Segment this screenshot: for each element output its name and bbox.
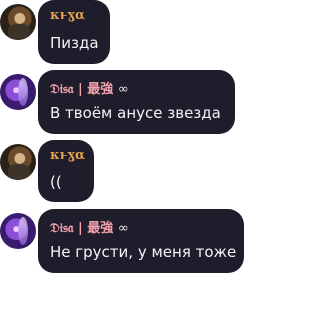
author-name[interactable]: 𝔇𝔦𝔰𝔞 | 最強 ∞ [50, 217, 129, 236]
message-text: Не грусти, у меня тоже [50, 243, 237, 261]
author-name-text: 𝔇𝔦𝔰𝔞 | 最強 [50, 82, 114, 97]
author-name[interactable]: κͱɣα [50, 8, 85, 23]
author-name[interactable]: κͱɣα [50, 148, 85, 163]
author-name[interactable]: 𝔇𝔦𝔰𝔞 | 最強 ∞ [50, 78, 129, 97]
message-bubble[interactable]: 𝔇𝔦𝔰𝔞 | 最強 ∞ В твоём анусе звезда [38, 70, 235, 134]
author-name-text: 𝔇𝔦𝔰𝔞 | 最強 [50, 221, 114, 236]
message-bubble[interactable]: κͱɣα (( [38, 140, 94, 202]
purple-anime-avatar-icon[interactable] [0, 213, 36, 249]
portrait-avatar-icon[interactable] [0, 4, 36, 40]
message-bubble[interactable]: κͱɣα Пизда [38, 0, 110, 64]
message-bubble[interactable]: 𝔇𝔦𝔰𝔞 | 最強 ∞ Не грусти, у меня тоже [38, 209, 244, 273]
message-text: В твоём анусе звезда [50, 104, 221, 122]
purple-anime-avatar-icon[interactable] [0, 74, 36, 110]
infinity-icon: ∞ [117, 82, 129, 97]
infinity-icon: ∞ [117, 221, 129, 236]
message-text: (( [50, 173, 62, 191]
message-text: Пизда [50, 34, 99, 52]
portrait-avatar-icon[interactable] [0, 144, 36, 180]
